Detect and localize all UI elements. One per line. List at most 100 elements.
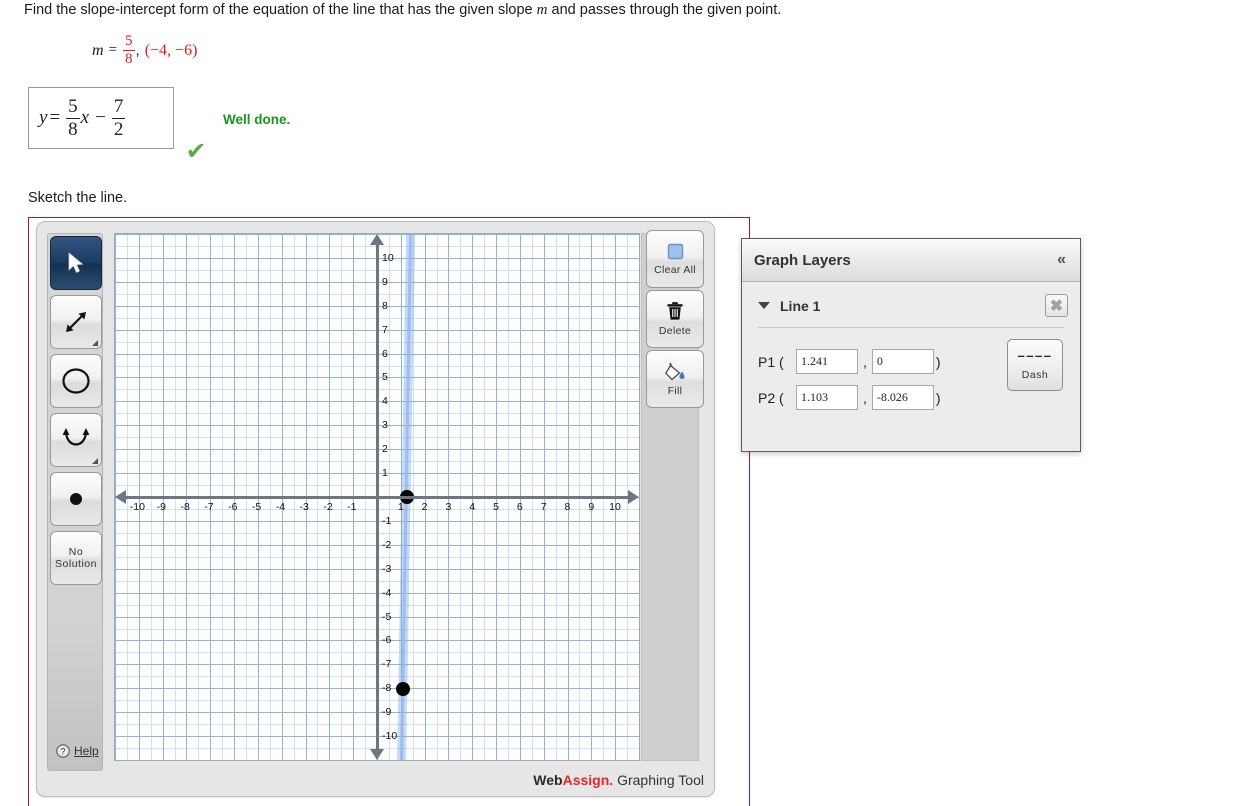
help-label: Help	[74, 744, 99, 758]
x-tick-label: -3	[299, 501, 309, 513]
svg-text:?: ?	[60, 746, 65, 756]
point-tool-button[interactable]	[50, 472, 102, 526]
y-tick-label: 3	[382, 419, 388, 432]
prompt-variable-m: m	[536, 2, 548, 18]
feedback-message: Well done.	[223, 112, 291, 127]
y-tick-label: 2	[382, 443, 388, 456]
x-tick-label: -4	[275, 501, 286, 513]
layer-name: Line 1	[780, 297, 821, 314]
correct-check-icon: ✔	[185, 138, 207, 165]
graph-layers-panel: Graph Layers « Line 1 ✖ P1 ( , ) P2 ( , …	[741, 238, 1081, 452]
x-axis-left-arrow-icon	[115, 490, 126, 504]
y-tick-label: -1	[382, 514, 392, 527]
webassign-branding: WebAssign. Graphing Tool	[533, 772, 704, 788]
fill-button[interactable]: Fill	[646, 350, 704, 408]
question-mark-icon: ?	[56, 744, 70, 758]
x-tick-label: 2	[421, 501, 428, 513]
slope-variable-label: m	[92, 41, 104, 59]
answer-field[interactable]: y = 5 8 x − 7 2	[28, 87, 174, 149]
no-solution-label-line2: Solution	[55, 558, 97, 570]
x-tick-label: -5	[251, 501, 262, 513]
p2-row: P2 ( , )	[758, 385, 943, 410]
delete-button[interactable]: Delete	[646, 290, 704, 348]
x-tick-label: -9	[156, 501, 166, 513]
prompt-text-part1: Find the slope-intercept form of the equ…	[24, 2, 537, 18]
p1-label: P1 (	[758, 353, 784, 370]
cursor-arrow-icon	[68, 252, 84, 273]
prompt-text-part2: and passes through the given point.	[547, 2, 782, 18]
x-axis-right-arrow-icon	[628, 490, 639, 504]
y-tick-label: 6	[382, 347, 388, 360]
action-button-strip: Clear All Delete Fill	[646, 230, 704, 410]
close-layer-icon[interactable]: ✖	[1045, 294, 1068, 317]
dash-label: Dash	[1021, 368, 1049, 381]
fill-label: Fill	[667, 385, 683, 397]
p2-close-paren: )	[935, 389, 941, 406]
y-axis	[375, 238, 379, 756]
x-tick-label: -7	[204, 501, 214, 513]
y-axis-up-arrow-icon	[370, 234, 384, 245]
graph-canvas[interactable]: -10 -9 -8 -7 -6 -5 -4 -3 -2 -1 1 2 3 4 5 6 7 8 9 10 10 9 8 7 6 5 4…	[114, 233, 640, 761]
y-tick-label: -10	[382, 730, 398, 743]
no-solution-tool-button[interactable]: No Solution	[50, 531, 102, 585]
p2-label: P2 (	[758, 389, 784, 406]
p2-x-input[interactable]	[796, 385, 858, 410]
chevron-down-icon[interactable]	[758, 302, 770, 309]
x-tick-label: -2	[323, 501, 333, 513]
x-tick-label: 6	[516, 501, 523, 513]
collapse-panel-icon[interactable]: «	[1057, 251, 1066, 269]
answer-minus: −	[95, 107, 106, 128]
x-tick-label: 8	[564, 501, 571, 513]
equals-sign: =	[108, 42, 118, 59]
answer-num-2: 7	[113, 96, 124, 118]
circle-icon	[62, 368, 90, 394]
y-tick-label: -2	[382, 538, 392, 551]
layer-row: Line 1 ✖	[742, 282, 1080, 317]
y-tick-label: -6	[382, 634, 392, 647]
tool-options-corner-icon[interactable]	[92, 458, 98, 464]
clear-all-button[interactable]: Clear All	[646, 230, 704, 288]
brand-graphing-tool: Graphing Tool	[613, 772, 704, 788]
p1-comma: ,	[863, 353, 867, 370]
graphing-tool-panel: No Solution ? Help -10 -9 -8 -7 -6 -5 -4 -3 -2 -1…	[36, 221, 715, 797]
help-link[interactable]: ? Help	[56, 744, 99, 758]
select-tool-button[interactable]	[50, 236, 102, 290]
tool-strip: No Solution ? Help	[47, 233, 103, 771]
trash-icon	[667, 302, 683, 320]
given-point: (−4, −6)	[144, 41, 198, 59]
brand-web: Web	[533, 772, 563, 788]
p1-x-input[interactable]	[796, 349, 858, 374]
y-tick-label: 1	[382, 467, 388, 480]
x-tick-label: 4	[469, 501, 476, 513]
x-tick-label: 7	[540, 501, 547, 513]
line-tool-button[interactable]	[50, 295, 102, 349]
x-tick-label: -6	[228, 501, 238, 513]
y-tick-label: -4	[382, 586, 392, 599]
graph-layers-title: Graph Layers	[754, 251, 851, 269]
slope-fraction: 5 8	[123, 33, 135, 68]
clear-all-label: Clear All	[654, 264, 696, 276]
y-tick-label: -9	[382, 706, 392, 719]
tool-options-corner-icon[interactable]	[92, 340, 98, 346]
circle-tool-button[interactable]	[50, 354, 102, 408]
y-tick-label: -8	[382, 682, 392, 695]
p2-comma: ,	[863, 389, 867, 406]
y-tick-label: 9	[382, 275, 388, 288]
p1-row: P1 ( , )	[758, 349, 943, 374]
answer-fraction-2: 7 2	[111, 96, 126, 139]
y-axis-down-arrow-icon	[370, 749, 384, 760]
x-tick-label: 3	[445, 501, 452, 513]
y-tick-label: 8	[382, 299, 388, 312]
dash-glyph-icon: ––––	[1017, 347, 1053, 363]
x-tick-label: -8	[180, 501, 190, 513]
answer-num-1: 5	[68, 96, 78, 118]
y-tick-label: -5	[382, 610, 392, 623]
graph-layers-header: Graph Layers «	[742, 239, 1080, 282]
p2-y-input[interactable]	[871, 385, 934, 410]
answer-y: y	[39, 107, 48, 128]
line-style-dash-button[interactable]: –––– Dash	[1007, 339, 1063, 391]
parabola-tool-button[interactable]	[50, 413, 102, 467]
sketch-instruction: Sketch the line.	[28, 190, 128, 206]
square-icon	[667, 243, 684, 260]
p1-y-input[interactable]	[871, 349, 934, 374]
